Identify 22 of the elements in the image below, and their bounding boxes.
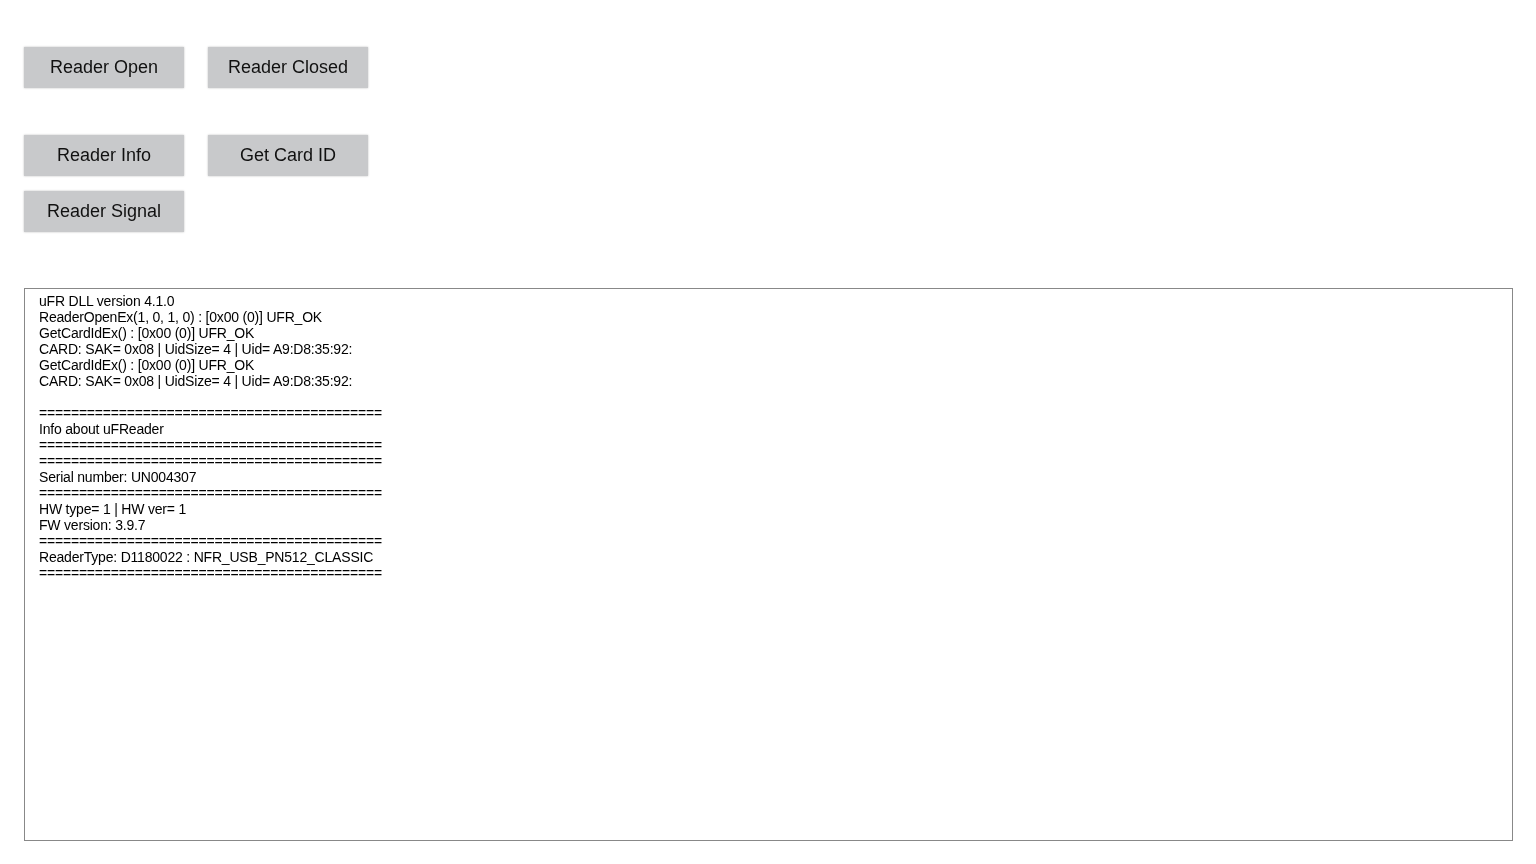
action-button[interactable]: Reader Info [24, 135, 184, 176]
log-line: uFR DLL version 4.1.0 [39, 293, 176, 309]
action-button[interactable]: Reader Open [24, 47, 184, 88]
action-button[interactable]: Reader Closed [208, 47, 368, 88]
log-line: ReaderOpenEx(1, 0, 1, 0) : [0x00 (0)] UFR_OK [39, 309, 323, 325]
action-button[interactable]: Reader Signal [24, 191, 184, 232]
log-line: CARD: SAK= 0x08 | UidSize= 4 | Uid= A9:D8:35:92: [39, 373, 354, 389]
log-line: =========================================== [39, 565, 383, 581]
log-line: Serial number: UN004307 [39, 469, 198, 485]
log-line: =========================================== [39, 437, 383, 453]
log-line: =========================================== [39, 453, 383, 469]
log-line: CARD: SAK= 0x08 | UidSize= 4 | Uid= A9:D8:35:92: [39, 341, 354, 357]
log-line: ReaderType: D1180022 : NFR_USB_PN512_CLASSIC [39, 549, 375, 565]
log-line: =========================================== [39, 405, 383, 421]
log-line: GetCardIdEx() : [0x00 (0)] UFR_OK [39, 325, 256, 341]
log-line: =========================================== [39, 485, 383, 501]
log-line: =========================================== [39, 533, 383, 549]
log-line: HW type= 1 | HW ver= 1 [39, 501, 188, 517]
log-line: FW version: 3.9.7 [39, 517, 147, 533]
log-line: GetCardIdEx() : [0x00 (0)] UFR_OK [39, 357, 256, 373]
action-button[interactable]: Get Card ID [208, 135, 368, 176]
log-line: Info about uFReader [39, 421, 165, 437]
